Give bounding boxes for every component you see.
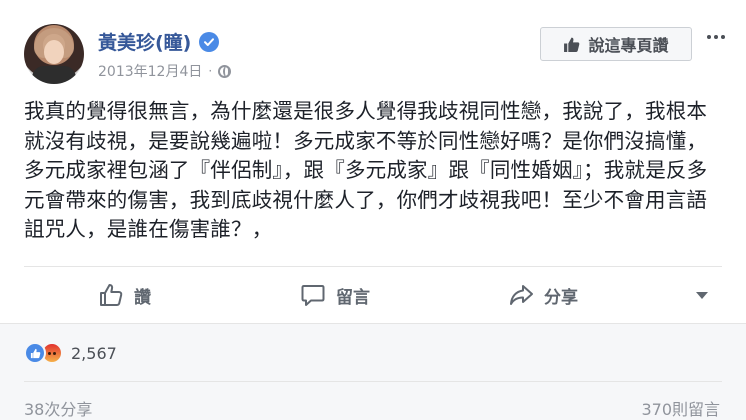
- thumbs-up-icon: [564, 37, 580, 52]
- chevron-down-icon[interactable]: [696, 292, 708, 299]
- divider: [24, 381, 722, 382]
- comment-bubble-icon: [301, 285, 325, 306]
- post-text: 我真的覺得很無言，為什麼還是很多人覺得我歧視同性戀，我說了，我根本就沒有歧視，是…: [24, 99, 708, 241]
- facebook-post-card: 黃美珍(瞳) 2013年12月4日 · 說這專頁讚 我真的覺得很無言，為什麼還是…: [0, 0, 746, 420]
- more-options-button[interactable]: [702, 27, 730, 47]
- comments-count[interactable]: 370則留言: [641, 396, 720, 420]
- thumbs-up-icon: [100, 284, 123, 306]
- shares-count[interactable]: 38次分享: [24, 396, 92, 420]
- verified-badge-icon: [199, 31, 220, 52]
- comment-label: 留言: [336, 287, 370, 308]
- divider: [24, 266, 722, 267]
- meta-separator: ·: [208, 64, 213, 78]
- share-arrow-icon: [510, 285, 533, 305]
- globe-icon[interactable]: [218, 64, 232, 78]
- like-button[interactable]: 讚: [98, 282, 151, 308]
- post-footer: 2,567 38次分享 370則留言: [0, 323, 746, 420]
- action-bar: 讚 留言 分享: [24, 268, 722, 322]
- reactions-count: 2,567: [71, 343, 117, 363]
- page-avatar[interactable]: [24, 24, 84, 84]
- post-date[interactable]: 2013年12月4日: [98, 61, 202, 81]
- share-button[interactable]: 分享: [508, 282, 578, 308]
- like-page-label: 說這專頁讚: [588, 36, 669, 55]
- page-name-link[interactable]: 黃美珍(瞳): [98, 28, 191, 55]
- share-label: 分享: [544, 287, 578, 308]
- like-reaction-icon: [24, 342, 46, 364]
- page-name-row: 黃美珍(瞳): [98, 28, 220, 55]
- post-meta: 2013年12月4日 ·: [98, 61, 232, 81]
- like-label: 讚: [134, 287, 151, 308]
- reactions-summary[interactable]: 2,567: [24, 342, 117, 364]
- comment-button[interactable]: 留言: [300, 282, 370, 308]
- like-page-button[interactable]: 說這專頁讚: [540, 27, 692, 61]
